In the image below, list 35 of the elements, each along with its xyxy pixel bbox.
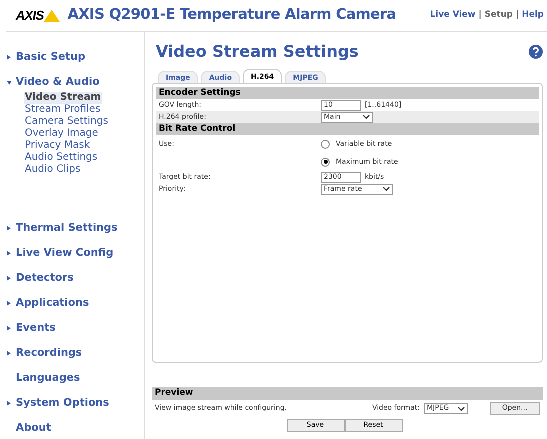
section-heading: Preview xyxy=(152,387,543,400)
sidebar-subitem[interactable]: Overlay Image xyxy=(24,128,100,140)
nav-link[interactable]: Setup xyxy=(484,9,513,22)
axis-logo: AXIS xyxy=(16,9,60,22)
radio-button[interactable] xyxy=(321,140,330,148)
sidebar-subitem[interactable]: Audio Clips xyxy=(24,164,82,176)
radio-button[interactable] xyxy=(321,158,330,166)
sidebar-item[interactable]: About xyxy=(16,420,52,436)
sidebar-subitem[interactable]: Stream Profiles xyxy=(24,104,102,116)
sidebar-item[interactable]: Detectors xyxy=(16,270,74,286)
sidebar-item[interactable]: Events xyxy=(16,320,56,336)
sidebar-item[interactable]: Applications xyxy=(16,296,90,312)
section-heading: Encoder Settings xyxy=(156,87,539,99)
nav-separator: | xyxy=(516,9,520,22)
sidebar-item[interactable]: Recordings xyxy=(16,346,82,362)
page-title: AXIS Q2901-E Temperature Alarm Camera xyxy=(68,6,396,25)
help-icon[interactable] xyxy=(529,45,543,59)
nav-separator: | xyxy=(478,9,482,22)
sidebar-item[interactable]: Thermal Settings xyxy=(16,220,118,236)
sidebar-subitem[interactable]: Camera Settings xyxy=(24,116,110,128)
sidebar-item[interactable]: Live View Config xyxy=(16,246,114,262)
section-title: Video Stream Settings xyxy=(156,41,359,63)
sidebar-item[interactable]: Basic Setup xyxy=(16,50,86,66)
nav-link[interactable]: Live View xyxy=(430,9,476,22)
sidebar-subitem[interactable]: Audio Settings xyxy=(24,152,99,164)
sidebar-item[interactable]: System Options xyxy=(16,396,110,412)
sidebar-subitem[interactable]: Privacy Mask xyxy=(24,140,92,152)
sidebar-subitem[interactable]: Video Stream xyxy=(24,92,102,104)
chevron-down-icon xyxy=(383,187,390,191)
chevron-down-icon xyxy=(363,115,370,119)
sidebar-item[interactable]: Languages xyxy=(16,370,80,386)
sidebar-item[interactable]: Video & Audio xyxy=(16,75,100,91)
section-heading: Bit Rate Control xyxy=(156,123,539,135)
chevron-down-icon xyxy=(458,406,465,410)
nav-link[interactable]: Help xyxy=(522,9,544,22)
